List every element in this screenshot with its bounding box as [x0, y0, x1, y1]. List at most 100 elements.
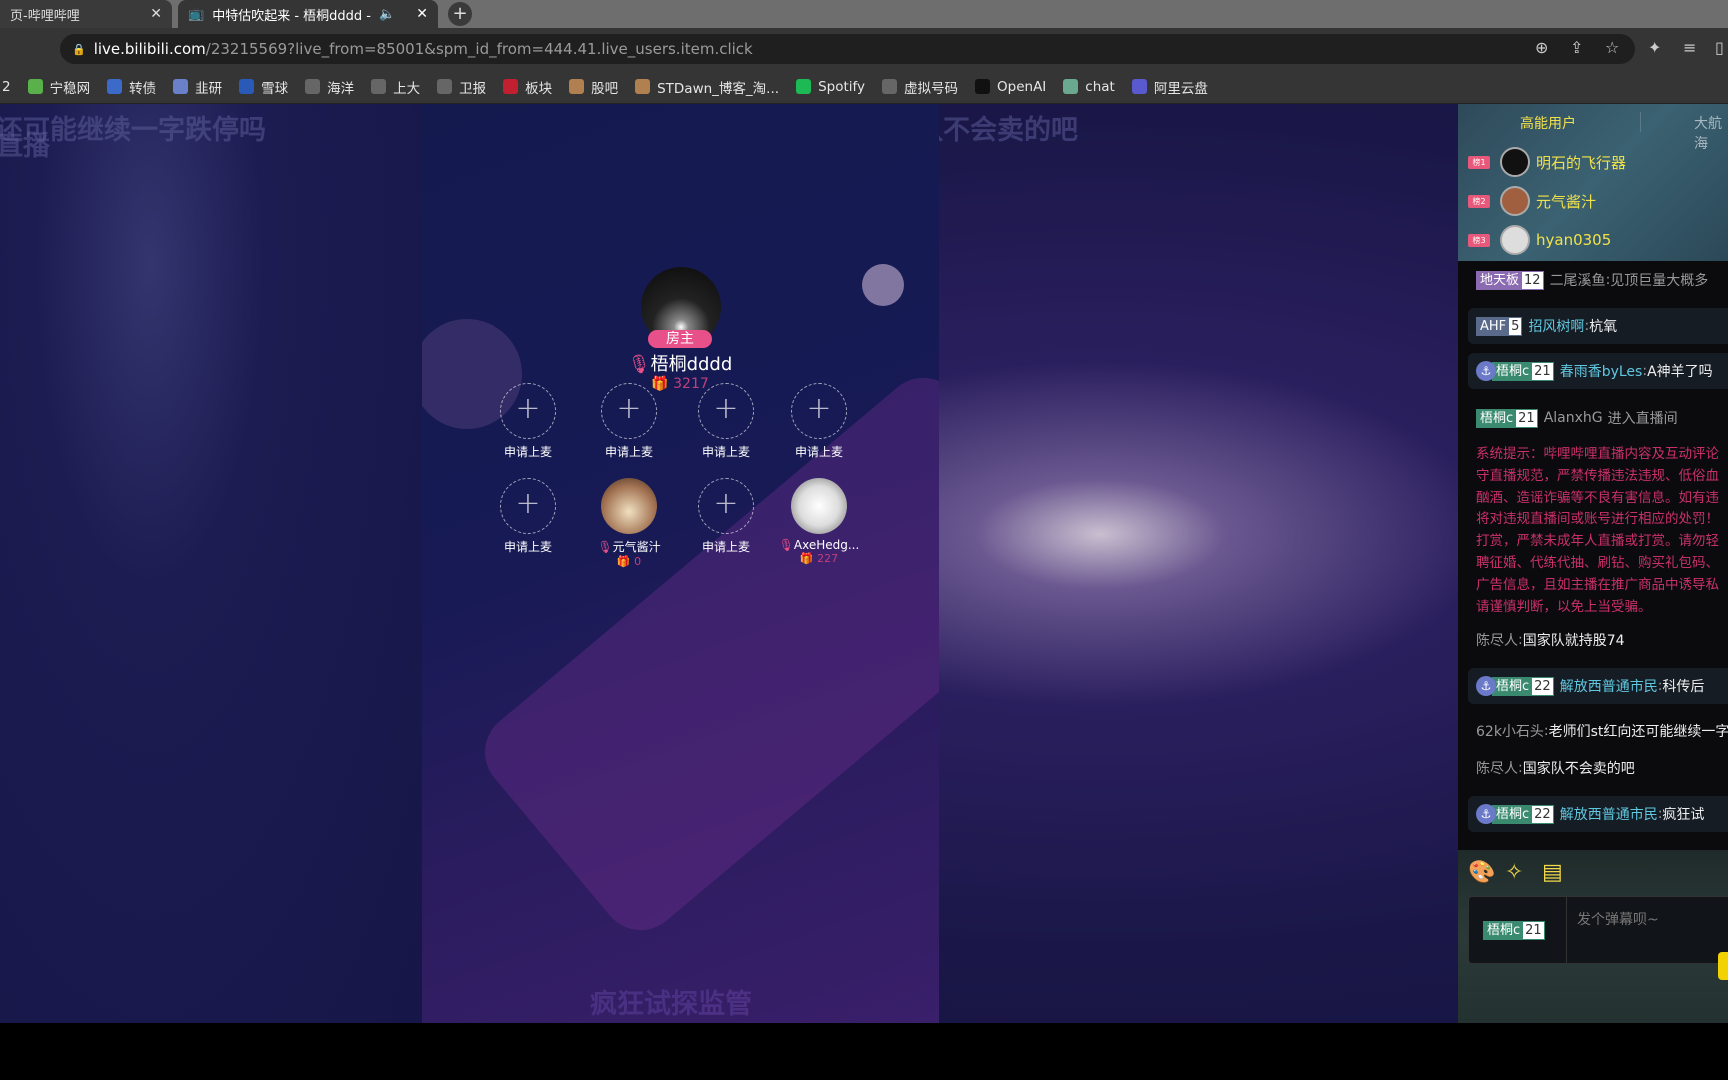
bookmark-favicon-icon	[27, 79, 43, 94]
zoom-icon[interactable]: ⊕	[1535, 38, 1548, 57]
chat-text: 杭氧	[1589, 319, 1618, 335]
fan-medal[interactable]: 地天板 12	[1476, 270, 1544, 290]
chat-message: ⚓ 梧桐c 21 春雨香byLes : A神羊了吗	[1468, 353, 1728, 389]
plus-icon: +	[698, 383, 754, 439]
top-user[interactable]: 榜3 hyan0305	[1468, 225, 1611, 255]
bookmark-item[interactable]: Spotify	[796, 77, 865, 97]
send-button[interactable]	[1718, 952, 1728, 980]
seat-label: 申请上麦	[503, 445, 552, 459]
tab-high-energy-users[interactable]: 高能用户	[1520, 113, 1576, 133]
gift-icon: 🎁	[616, 555, 635, 568]
seat-avatar	[601, 478, 657, 534]
bookmark-item[interactable]: 韭研	[173, 77, 222, 97]
empty-seat[interactable]: + 申请上麦	[681, 478, 771, 555]
empty-seat[interactable]: + 申请上麦	[681, 383, 771, 460]
chat-username[interactable]: 解放西普通市民	[1560, 676, 1658, 696]
seat-label: 申请上麦	[701, 445, 750, 459]
empty-seat[interactable]: + 申请上麦	[483, 478, 573, 555]
ghost-danmaku: 疯狂试探监管	[590, 989, 752, 1020]
occupied-seat[interactable]: 🎙AxeHedg... 🎁 227	[774, 478, 864, 565]
palette-icon[interactable]: 🎨	[1468, 860, 1495, 885]
bookmark-favicon-icon	[437, 79, 453, 94]
bookmark-item[interactable]: 虚拟号码	[882, 77, 958, 97]
new-tab-button[interactable]: +	[448, 2, 472, 26]
empty-seat[interactable]: + 申请上麦	[483, 383, 573, 460]
bookmark-item[interactable]: 雪球	[239, 77, 288, 97]
danmaku-settings-icon[interactable]: ▤	[1542, 860, 1563, 885]
anchor-icon: ⚓	[1476, 676, 1496, 696]
fan-medal[interactable]: AHF 5	[1476, 316, 1523, 336]
chat-username[interactable]: 解放西普通市民	[1560, 804, 1658, 824]
chat-username[interactable]: 招风树啊	[1528, 316, 1584, 336]
fan-medal[interactable]: 梧桐c 22	[1492, 676, 1554, 696]
system-notice-line: 请谨慎判断，以免上当受骗。	[1476, 598, 1652, 615]
host-name-text: 梧桐dddd	[650, 354, 733, 375]
empty-seat[interactable]: + 申请上麦	[774, 383, 864, 460]
bookmark-item[interactable]: chat	[1063, 77, 1115, 97]
media-icon[interactable]: ≡	[1683, 38, 1696, 57]
user-name: 元气酱汁	[1536, 192, 1597, 211]
address-bar[interactable]: 🔒 live.bilibili.com/23215569?live_from=8…	[60, 34, 1635, 64]
bookmark-label: 卫报	[459, 80, 487, 97]
share-icon[interactable]: ⇪	[1570, 38, 1583, 57]
bookmark-favicon-icon	[107, 79, 123, 94]
bookmark-item[interactable]: 阿里云盘	[1131, 77, 1208, 97]
chat-username[interactable]: 陈尽人	[1476, 758, 1518, 778]
tab-bilibili[interactable]: 页-哔哩哔哩 ✕	[0, 0, 172, 28]
seat-label: 申请上麦	[701, 540, 750, 554]
bookmark-item[interactable]: 宁稳网	[27, 77, 91, 97]
input-area: 🎨 ✧ ▤ 梧桐c 21 发个弹幕呗~	[1458, 850, 1728, 1023]
occupied-seat[interactable]: 🎙元气酱汁 🎁 0	[584, 478, 674, 568]
bookmark-favicon-icon	[239, 79, 255, 94]
chat-username[interactable]: 春雨香byLes	[1560, 361, 1643, 381]
tab-title: 页-哔哩哔哩	[10, 8, 80, 24]
anchor-icon: ⚓	[1476, 804, 1496, 824]
bookmark-item[interactable]: 海洋	[305, 77, 354, 97]
sidepanel-icon[interactable]: ▯	[1715, 38, 1724, 57]
fan-medal[interactable]: 梧桐c 22	[1492, 804, 1554, 824]
fan-medal[interactable]: 梧桐c 21	[1476, 408, 1538, 428]
rank-badge: 榜3	[1468, 233, 1490, 247]
bookmark-item[interactable]: 转债	[107, 77, 156, 97]
close-tab-icon[interactable]: ✕	[150, 6, 162, 22]
chat-username[interactable]: 62k小石头	[1476, 721, 1544, 741]
chat-message: 62k小石头 : 老师们st红向还可能继续一字	[1476, 721, 1728, 741]
bookmark-favicon-icon	[305, 79, 321, 94]
bookmark-item[interactable]: 股吧	[569, 77, 618, 97]
chat-username[interactable]: 陈尽人	[1476, 630, 1518, 650]
empty-seat[interactable]: + 申请上麦	[584, 383, 674, 460]
bookmark-item[interactable]: STDawn_博客_淘...	[635, 77, 779, 97]
top-user[interactable]: 榜2 元气酱汁	[1468, 186, 1596, 216]
bookmark-item[interactable]: 卫报	[437, 77, 486, 97]
bookmark-label: 宁稳网	[49, 80, 91, 97]
fan-medal[interactable]: 梧桐c 21	[1492, 361, 1554, 381]
bookmark-favicon-icon	[569, 79, 585, 94]
seat-gift-count: 0	[634, 555, 642, 568]
audio-icon[interactable]: 🔈	[379, 7, 395, 22]
rank-panel: 高能用户 大航海 榜1 明石的飞行器 榜2 元气酱汁 榜3 hyan0305	[1458, 104, 1728, 261]
chat-username[interactable]: AlanxhG	[1544, 410, 1603, 426]
extensions-icon[interactable]: ✦	[1648, 38, 1661, 57]
bookmark-item[interactable]: 上大	[371, 77, 420, 97]
danmaku-input[interactable]: 梧桐c 21 发个弹幕呗~	[1468, 896, 1728, 965]
emote-icon[interactable]: ✧	[1505, 860, 1523, 885]
system-notice-line: 将对违规直播间或账号进行相应的处罚！	[1476, 511, 1719, 528]
close-tab-icon[interactable]: ✕	[416, 6, 428, 22]
host-badge: 房主	[648, 330, 712, 348]
tab-live-room[interactable]: 📺 中特估吹起来 - 梧桐dddd - 🔈 ✕	[178, 0, 438, 28]
chat-text: 国家队就持股74	[1522, 633, 1625, 649]
bookmark-overflow[interactable]: 2	[2, 79, 11, 95]
ghost-danmaku: 直播	[0, 131, 50, 162]
seat-label: 申请上麦	[503, 540, 552, 554]
tab-guard[interactable]: 大航海	[1694, 113, 1728, 153]
user-name: 明石的飞行器	[1536, 153, 1627, 172]
bookmark-item[interactable]: OpenAI	[975, 77, 1046, 97]
chat-username[interactable]: 二尾溪鱼	[1550, 270, 1606, 290]
top-user[interactable]: 榜1 明石的飞行器	[1468, 147, 1626, 177]
bilibili-tv-icon: 📺	[188, 6, 205, 22]
chat-message: 陈尽人 : 国家队就持股74	[1476, 630, 1625, 650]
bookmark-label: 海洋	[327, 80, 355, 97]
bookmark-label: 韭研	[195, 80, 223, 97]
star-icon[interactable]: ☆	[1605, 38, 1619, 57]
bookmark-item[interactable]: 板块	[503, 77, 552, 97]
